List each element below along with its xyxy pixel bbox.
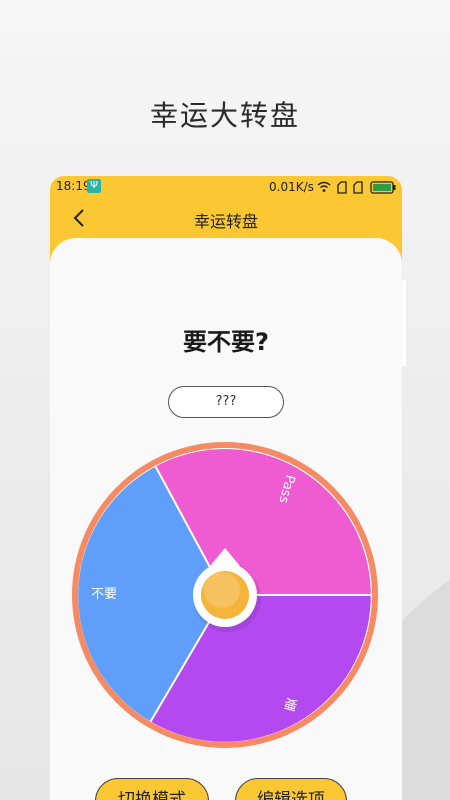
status-bar: 18:19 Ψ 0.01K/s	[50, 176, 402, 198]
lucky-wheel[interactable]: Pass 要 不要	[70, 440, 380, 750]
result-display: ???	[168, 386, 284, 418]
promo-title: 幸运大转盘	[149, 99, 300, 132]
wifi-icon	[317, 181, 331, 192]
page-title: 幸运转盘	[193, 212, 258, 231]
signal-icon	[337, 181, 363, 194]
edit-options-button[interactable]: 编辑选项	[235, 778, 347, 800]
segment-label-no: 不要	[91, 587, 117, 602]
status-time: 18:19	[56, 179, 91, 193]
phone-frame: 18:19 Ψ 0.01K/s 幸运转盘 要不要? ??? Pass 要 不要 …	[50, 176, 402, 800]
usb-icon: Ψ	[87, 179, 101, 193]
status-icons	[317, 181, 396, 194]
nav-bar: 幸运转盘	[50, 198, 402, 242]
battery-icon	[370, 181, 396, 194]
switch-mode-button[interactable]: 切换模式	[95, 778, 209, 800]
question-title: 要不要?	[183, 328, 269, 356]
content-card: 要不要? ??? Pass 要 不要 切换模式 编辑选项	[50, 238, 402, 800]
network-speed: 0.01K/s	[269, 180, 314, 194]
